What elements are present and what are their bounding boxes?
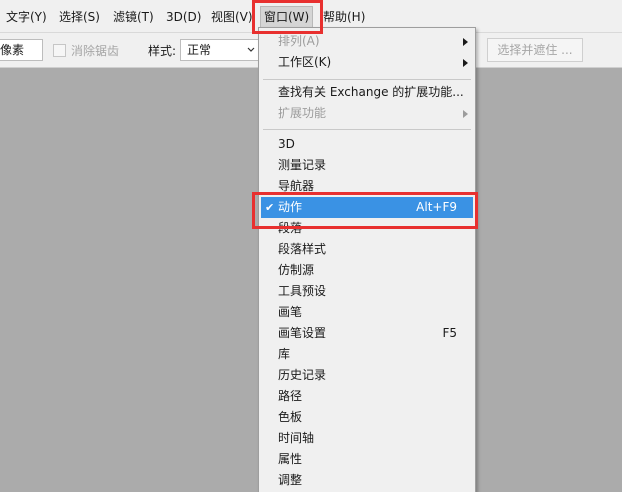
menu-item-label: 查找有关 Exchange 的扩展功能...	[278, 85, 464, 99]
menu-item-label: 扩展功能	[278, 106, 327, 120]
submenu-arrow-icon	[463, 110, 468, 118]
menu-3d[interactable]: 3D(D)	[166, 8, 201, 26]
menu-separator	[263, 129, 471, 130]
antialias-label: 消除锯齿	[71, 44, 120, 58]
menu-item-label: 色板	[278, 410, 303, 424]
feather-field[interactable]: 像素	[0, 39, 43, 61]
menu-item-label: 画笔	[278, 305, 303, 319]
menu-item-label: 调整	[278, 473, 303, 487]
menu-item-paragraph-styles[interactable]: 段落样式	[259, 239, 475, 260]
menu-item-brushes[interactable]: 画笔	[259, 302, 475, 323]
menu-item-label: 排列(A)	[278, 34, 320, 48]
menu-type[interactable]: 文字(Y)	[6, 8, 47, 26]
menu-item-clone-source[interactable]: 仿制源	[259, 260, 475, 281]
menu-item-3d[interactable]: 3D	[259, 134, 475, 155]
menu-item-label: 工作区(K)	[278, 55, 332, 69]
submenu-arrow-icon	[463, 59, 468, 67]
menu-view[interactable]: 视图(V)	[211, 8, 253, 26]
menu-item-label: 仿制源	[278, 263, 315, 277]
menu-help[interactable]: 帮助(H)	[323, 8, 365, 26]
menu-item-label: 段落样式	[278, 242, 327, 256]
menu-item-find-extensions[interactable]: 查找有关 Exchange 的扩展功能...	[259, 82, 475, 103]
menu-select[interactable]: 选择(S)	[59, 8, 100, 26]
menu-item-measurement-log[interactable]: 测量记录	[259, 155, 475, 176]
menu-item-label: 测量记录	[278, 158, 327, 172]
antialias-checkbox[interactable]	[53, 44, 66, 57]
window-menu-dropdown: 排列(A) 工作区(K) 查找有关 Exchange 的扩展功能... 扩展功能…	[258, 27, 476, 492]
menu-item-shortcut: F5	[442, 326, 457, 340]
menu-item-label: 库	[278, 347, 291, 361]
menu-separator	[263, 79, 471, 80]
menu-item-label: 时间轴	[278, 431, 315, 445]
menu-item-tool-presets[interactable]: 工具预设	[259, 281, 475, 302]
style-label: 样式:	[148, 44, 177, 58]
submenu-arrow-icon	[463, 38, 468, 46]
menu-item-history[interactable]: 历史记录	[259, 365, 475, 386]
menu-filter[interactable]: 滤镜(T)	[113, 8, 154, 26]
style-select-value: 正常	[187, 43, 212, 57]
annotation-box-window-menu	[252, 0, 323, 34]
menu-item-swatches[interactable]: 色板	[259, 407, 475, 428]
chevron-down-icon	[247, 47, 255, 52]
menu-item-paths[interactable]: 路径	[259, 386, 475, 407]
menu-item-arrange[interactable]: 排列(A)	[259, 31, 475, 52]
menu-item-libraries[interactable]: 库	[259, 344, 475, 365]
menu-item-extensions[interactable]: 扩展功能	[259, 103, 475, 124]
menu-item-label: 画笔设置	[278, 326, 327, 340]
select-and-mask-button[interactable]: 选择并遮住 ...	[487, 38, 583, 62]
menu-item-label: 历史记录	[278, 368, 327, 382]
menu-item-timeline[interactable]: 时间轴	[259, 428, 475, 449]
menu-item-label: 工具预设	[278, 284, 327, 298]
menu-item-workspace[interactable]: 工作区(K)	[259, 52, 475, 73]
menu-item-properties[interactable]: 属性	[259, 449, 475, 470]
menu-item-adjustments[interactable]: 调整	[259, 470, 475, 491]
menu-item-label: 路径	[278, 389, 303, 403]
menu-item-brush-settings[interactable]: 画笔设置 F5	[259, 323, 475, 344]
style-select[interactable]: 正常	[180, 39, 260, 61]
menu-item-label: 属性	[278, 452, 303, 466]
menu-item-label: 3D	[278, 137, 295, 151]
annotation-box-actions-item	[252, 192, 478, 229]
